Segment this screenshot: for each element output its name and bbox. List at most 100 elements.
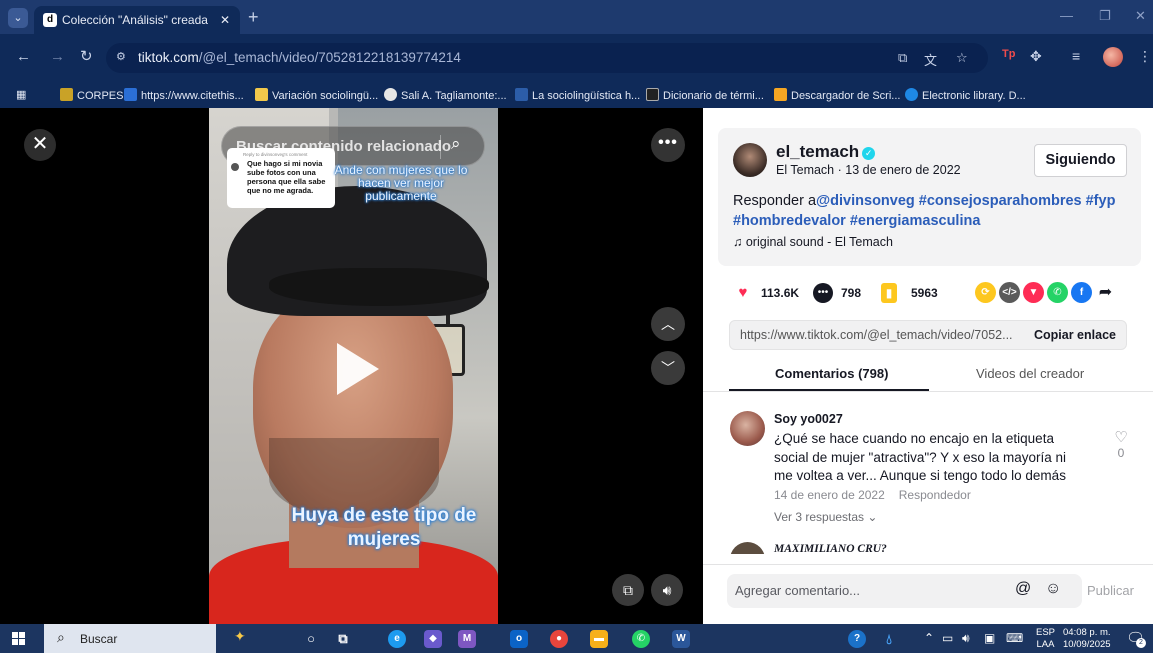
volume-icon[interactable]: 🔊︎	[651, 574, 683, 606]
commenter-avatar[interactable]	[730, 411, 765, 446]
close-video-icon[interactable]: ✕	[24, 129, 56, 161]
bookmark-item[interactable]: Descargador de Scri...	[774, 88, 900, 102]
bookmark-item[interactable]: Variación sociolingü...	[255, 88, 378, 102]
help-icon[interactable]: ?	[848, 630, 866, 648]
windows-start-icon[interactable]	[12, 632, 25, 645]
floating-player-icon[interactable]: ⧉	[612, 574, 644, 606]
install-app-icon[interactable]: ⧉	[898, 50, 907, 66]
facebook-icon[interactable]: f	[1071, 282, 1092, 303]
bookmark-item[interactable]: Electronic library. D...	[905, 88, 1026, 102]
language-indicator[interactable]: ESP LAA	[1036, 627, 1055, 651]
send-icon[interactable]: ▼	[1023, 282, 1044, 303]
clock[interactable]: 04:08 p. m. 10/09/2025	[1063, 627, 1111, 651]
extension-icon[interactable]: Tp	[1002, 48, 1015, 60]
bookmark-label: CORPES	[77, 90, 124, 102]
chrome-icon[interactable]: ●	[550, 630, 568, 648]
profile-avatar[interactable]	[1103, 47, 1123, 67]
address-bar[interactable]: ⚙ tiktok.com/@el_temach/video/7052812218…	[106, 43, 988, 73]
commenter-avatar[interactable]	[730, 542, 765, 554]
bookmark-item[interactable]: https://www.citethis...	[124, 88, 244, 102]
author-avatar[interactable]	[733, 143, 767, 177]
heart-outline-icon[interactable]: ♡	[1111, 428, 1131, 446]
tab-creator-videos[interactable]: Videos del creador	[976, 366, 1084, 381]
bookmark-item[interactable]: CORPES	[60, 88, 123, 102]
sound-link[interactable]: ♫ original sound - El Temach	[733, 235, 893, 249]
restore-icon[interactable]: ❐	[1099, 8, 1111, 24]
caption-prefix: Responder a	[733, 193, 817, 209]
extensions-puzzle-icon[interactable]: ✥	[1030, 48, 1042, 65]
comment-input[interactable]: Agregar comentario... @ ☺	[727, 574, 1082, 608]
back-icon[interactable]: ←	[16, 48, 31, 66]
close-window-icon[interactable]: ✕	[1135, 8, 1146, 24]
cortana-icon[interactable]: ○	[302, 630, 320, 648]
bookmark-favicon-icon	[255, 88, 268, 101]
taskbar-search-label: Buscar	[80, 632, 118, 646]
bookmark-favicon-icon	[774, 88, 787, 101]
divider	[440, 135, 441, 159]
new-tab-icon[interactable]: +	[248, 7, 259, 27]
whatsapp-icon[interactable]: ✆	[1047, 282, 1068, 303]
chevron-up-icon[interactable]: ⌃	[924, 631, 934, 645]
edge-icon[interactable]: e	[388, 630, 406, 648]
publish-button[interactable]: Publicar	[1087, 583, 1134, 598]
url-text[interactable]: tiktok.com/@el_temach/video/705281221813…	[138, 50, 461, 65]
more-options-icon[interactable]: •••	[651, 128, 685, 162]
comment-like[interactable]: ♡ 0	[1111, 428, 1131, 460]
site-info-icon[interactable]: ⚙	[116, 50, 126, 63]
share-link-box: https://www.tiktok.com/@el_temach/video/…	[729, 320, 1127, 350]
network-icon[interactable]: ▭	[942, 631, 953, 645]
task-view-icon[interactable]: ⧉	[334, 630, 352, 648]
whatsapp-icon[interactable]: ✆	[632, 630, 650, 648]
next-video-chevron-down-icon[interactable]: ﹀	[651, 351, 685, 385]
bookmark-icon[interactable]: ▮	[881, 283, 897, 303]
heart-icon[interactable]: ♥	[733, 283, 753, 303]
keyboard-layout: LAA	[1036, 639, 1055, 650]
author-name[interactable]: el_temach ✓	[776, 142, 876, 162]
comment-icon[interactable]: •••	[813, 283, 833, 303]
apps-grid-icon[interactable]: ▦	[16, 88, 26, 101]
volume-icon[interactable]: 🔊︎	[962, 631, 970, 646]
outlook-icon[interactable]: o	[510, 630, 528, 648]
translate-icon[interactable]: 文	[924, 50, 937, 69]
like-count: 113.6K	[761, 286, 800, 300]
word-icon[interactable]: W	[672, 630, 690, 648]
keyboard-icon[interactable]: ⌨	[1006, 631, 1023, 645]
sound-label: original sound - El Temach	[745, 235, 893, 249]
previous-video-chevron-up-icon[interactable]: ︿	[651, 307, 685, 341]
app-icon[interactable]: M	[458, 630, 476, 648]
taskbar-search[interactable]: ⌕ Buscar ✦	[44, 624, 246, 653]
url-path: /@el_temach/video/7052812218139774214	[198, 50, 461, 65]
file-explorer-icon[interactable]: ▬	[590, 630, 608, 648]
tray-app-icon[interactable]: ▣	[984, 631, 995, 645]
commenter-name[interactable]: MAXIMILIANO CRU?	[774, 543, 887, 554]
minimize-icon[interactable]: —	[1060, 8, 1073, 23]
view-replies-button[interactable]: Ver 3 respuestas ⌄	[774, 510, 877, 524]
bookmark-item[interactable]: Sali A. Tagliamonte:...	[384, 88, 507, 102]
tab-close-icon[interactable]: ✕	[220, 6, 230, 34]
author-name-text: el_temach	[776, 142, 860, 161]
play-icon[interactable]	[337, 343, 379, 395]
forward-icon[interactable]: →	[50, 48, 65, 66]
tab-search-icon[interactable]: ⌄	[8, 8, 28, 28]
following-button[interactable]: Siguiendo	[1034, 144, 1127, 177]
bookmark-item[interactable]: Dicionario de térmi...	[646, 88, 764, 102]
bookmark-star-icon[interactable]: ☆	[956, 50, 968, 66]
chrome-menu-icon[interactable]: ⋮	[1138, 48, 1152, 65]
tab-comments[interactable]: Comentarios (798)	[775, 366, 888, 381]
video-link[interactable]: https://www.tiktok.com/@el_temach/video/…	[740, 328, 1013, 342]
embed-icon[interactable]: </>	[999, 282, 1020, 303]
repost-icon[interactable]: ⟳	[975, 282, 996, 303]
browser-tab[interactable]: d Colección "Análisis" creada por ✕	[34, 6, 240, 34]
mention-icon[interactable]: @	[1015, 580, 1031, 598]
commenter-name[interactable]: Soy yo0027	[774, 412, 843, 426]
bookmark-item[interactable]: La sociolingüística h...	[515, 88, 640, 102]
reading-list-icon[interactable]: ≡	[1072, 48, 1080, 64]
app-icon[interactable]: ◆	[424, 630, 442, 648]
search-icon[interactable]: ⌕	[451, 134, 461, 154]
reply-button[interactable]: Respondedor	[899, 488, 971, 502]
emoji-icon[interactable]: ☺	[1045, 580, 1061, 598]
water-drop-icon[interactable]: 💧︎	[880, 630, 898, 648]
copy-link-button[interactable]: Copiar enlace	[1034, 328, 1116, 342]
reload-icon[interactable]: ↻	[80, 48, 93, 66]
share-arrow-icon[interactable]: ➦	[1095, 282, 1116, 303]
